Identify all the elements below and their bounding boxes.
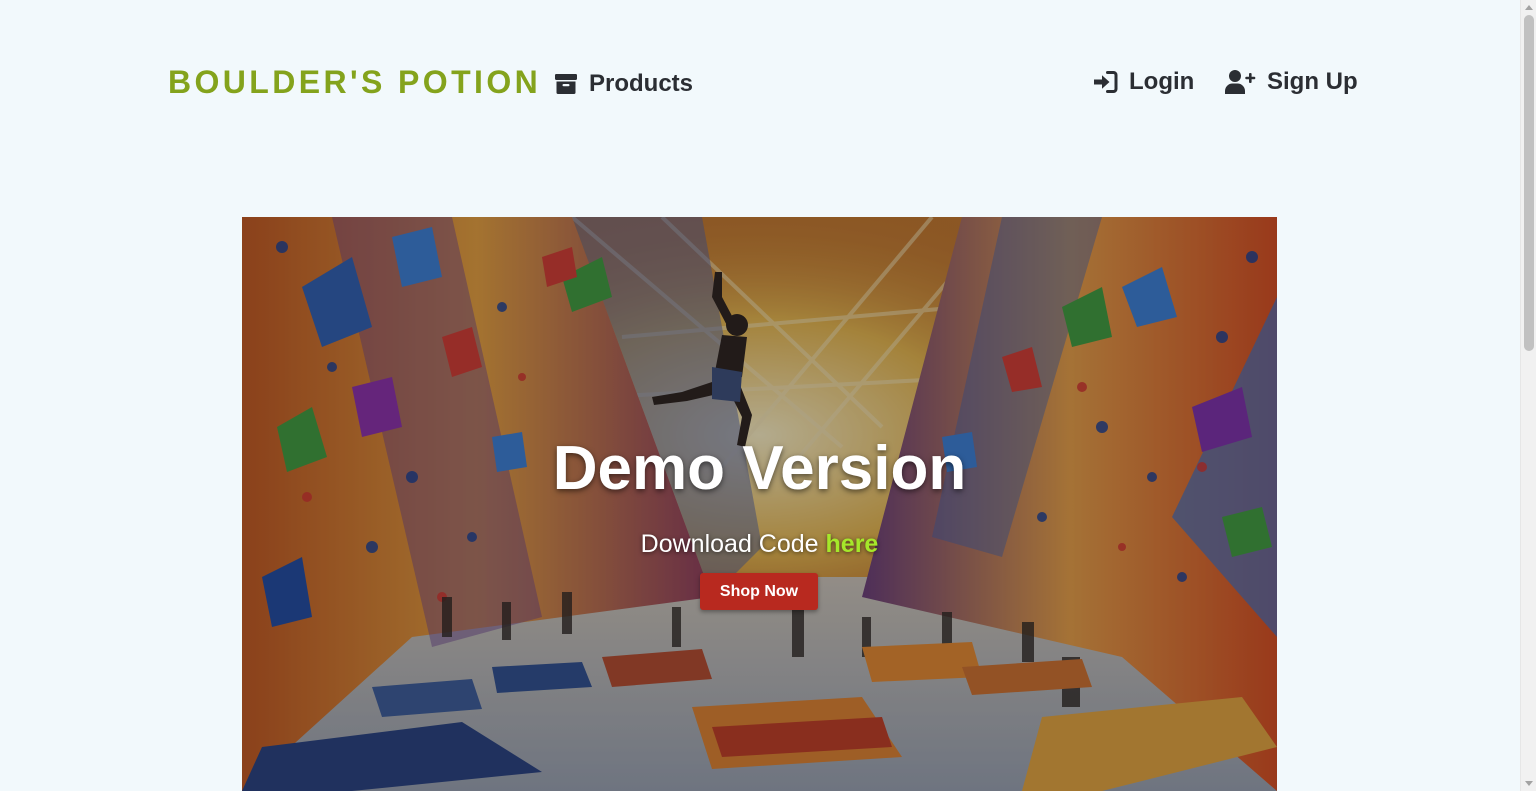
scroll-down-arrow-icon[interactable] <box>1525 781 1533 786</box>
nav-login-link[interactable]: Login <box>1093 67 1194 97</box>
user-plus-icon <box>1225 69 1256 95</box>
hero-subtitle: Download Code here <box>242 528 1277 560</box>
hero-title: Demo Version <box>552 434 967 503</box>
page: BOULDER'S POTION Products Login Sign Up … <box>0 0 1536 791</box>
download-code-link[interactable]: here <box>826 530 879 558</box>
hero-banner: Demo Version Download Code here Shop Now <box>242 217 1277 791</box>
nav-products-link[interactable]: Products <box>554 69 693 99</box>
scrollbar-thumb[interactable] <box>1524 15 1534 351</box>
archive-box-icon <box>554 72 578 96</box>
vertical-scrollbar[interactable] <box>1520 0 1536 791</box>
nav-signup-label: Sign Up <box>1267 68 1358 95</box>
scroll-up-arrow-icon[interactable] <box>1525 5 1533 10</box>
hero-subtitle-text: Download Code <box>640 530 826 558</box>
nav-login-label: Login <box>1129 68 1195 95</box>
nav-products-label: Products <box>589 70 694 97</box>
brand-logo[interactable]: BOULDER'S POTION <box>168 62 541 102</box>
sign-in-icon <box>1093 70 1118 94</box>
nav-signup-link[interactable]: Sign Up <box>1225 67 1358 97</box>
shop-now-button[interactable]: Shop Now <box>700 573 818 610</box>
